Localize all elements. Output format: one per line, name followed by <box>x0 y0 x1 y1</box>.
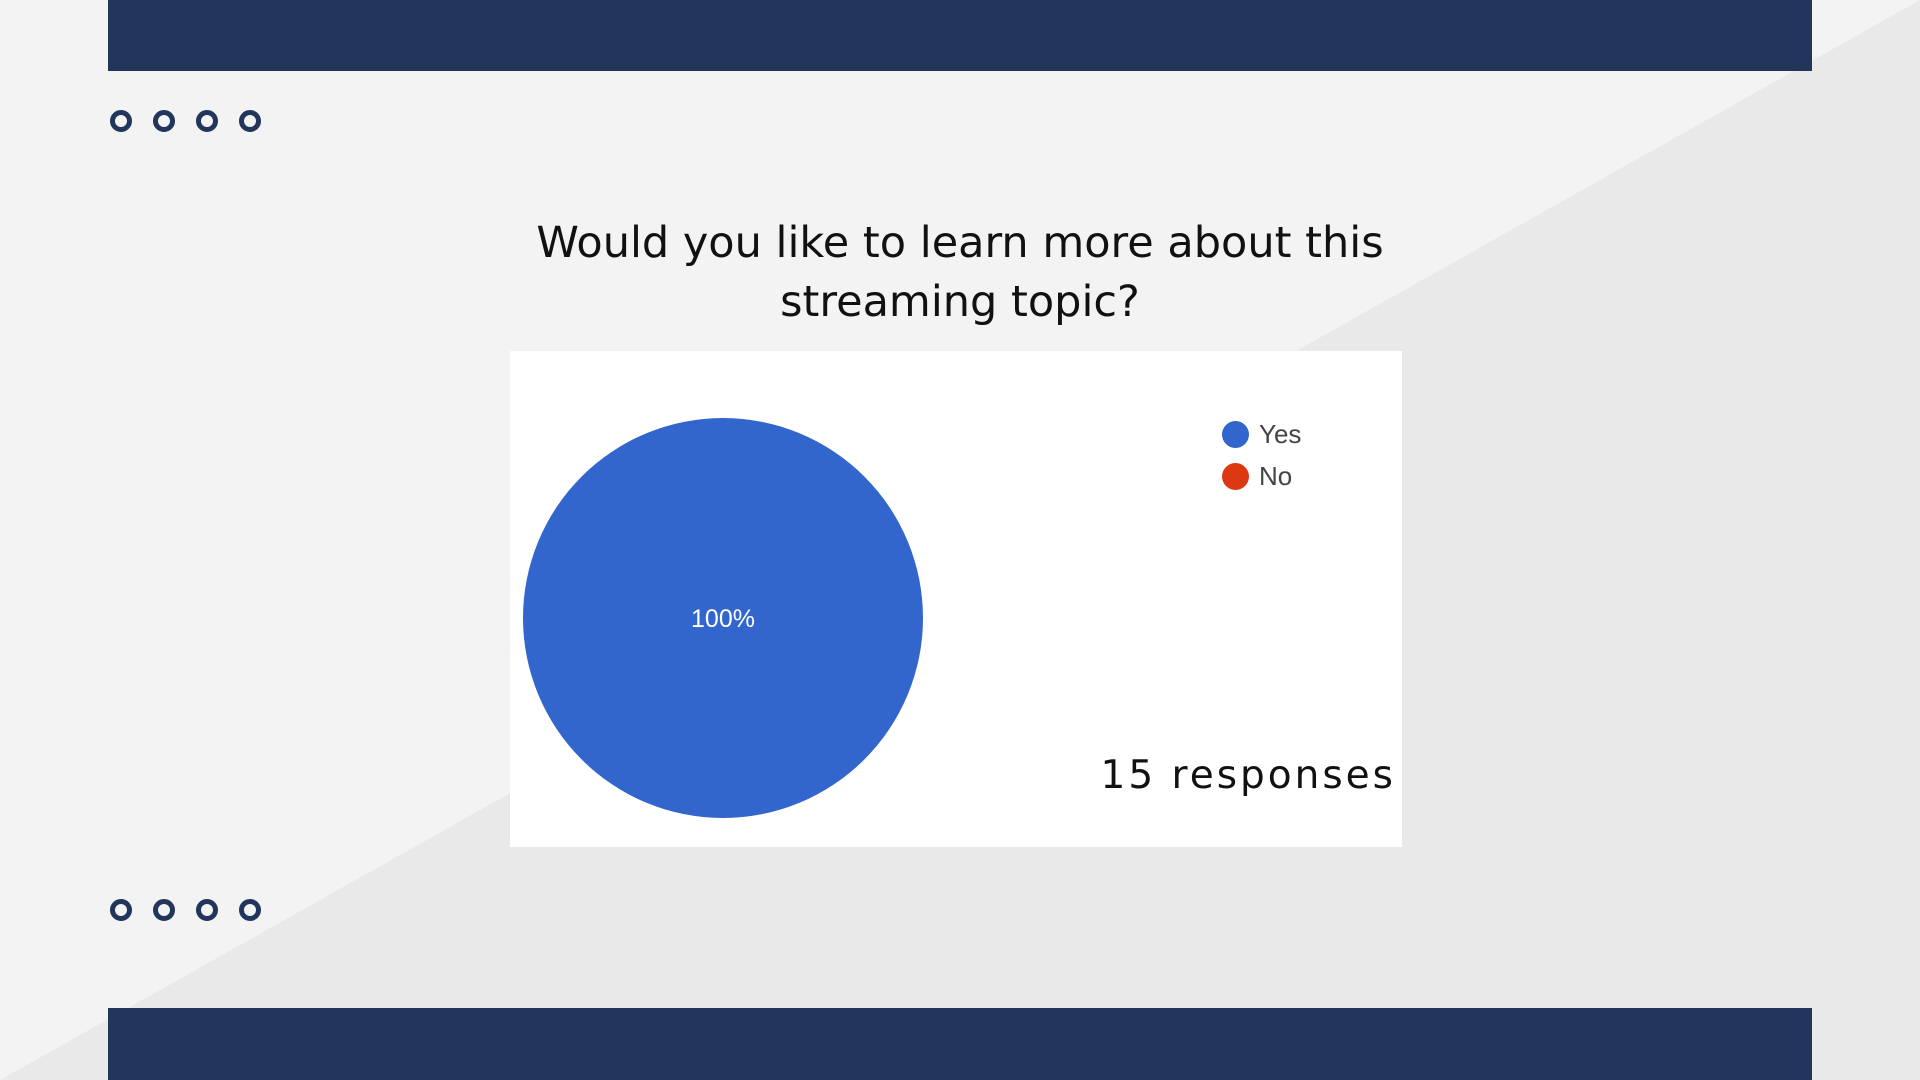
chart-card: 100% Yes No 15 responses <box>510 351 1402 847</box>
chart-legend: Yes No <box>1222 413 1301 497</box>
ring-icon <box>239 110 261 132</box>
ring-icon <box>196 899 218 921</box>
question-line-2: streaming topic? <box>780 277 1140 327</box>
ring-icon <box>196 110 218 132</box>
responses-count: 15 responses <box>1100 753 1396 798</box>
question-line-1: Would you like to learn more about this <box>536 218 1384 268</box>
ring-icon <box>153 899 175 921</box>
legend-item-no: No <box>1222 455 1301 497</box>
legend-swatch-yes <box>1222 420 1249 448</box>
top-banner <box>108 0 1812 71</box>
ring-icon <box>110 110 132 132</box>
legend-item-yes: Yes <box>1222 413 1301 455</box>
legend-label-no: No <box>1259 460 1293 491</box>
decorative-dots-bottom <box>110 899 261 921</box>
pie-label-yes: 100% <box>691 605 755 633</box>
ring-icon <box>153 110 175 132</box>
legend-label-yes: Yes <box>1259 418 1302 449</box>
ring-icon <box>110 899 132 921</box>
question-title: Would you like to learn more about this … <box>440 214 1480 332</box>
ring-icon <box>239 899 261 921</box>
legend-swatch-no <box>1222 462 1249 490</box>
decorative-dots-top <box>110 110 261 132</box>
bottom-banner <box>108 1008 1812 1080</box>
